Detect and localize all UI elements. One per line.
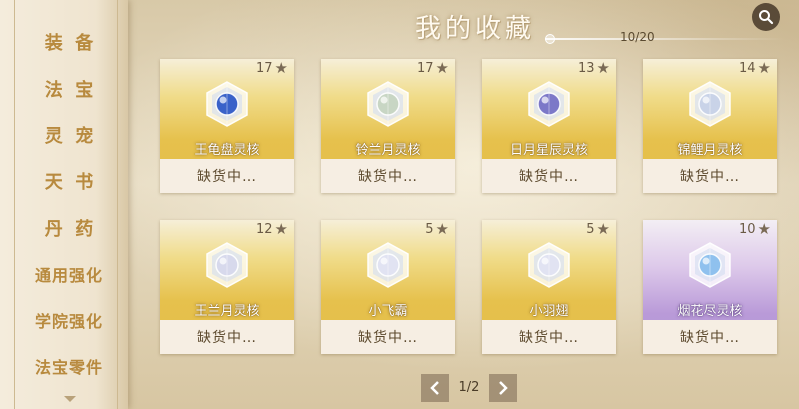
- prev-page-button[interactable]: [421, 374, 449, 402]
- sidebar-item-label: 通用强化: [34, 266, 103, 285]
- chevron-down-icon[interactable]: [64, 396, 76, 402]
- collection-card[interactable]: 17 ★ 王龟盘灵核 缺货中…: [160, 59, 294, 193]
- stock-status: 缺货中…: [321, 159, 455, 193]
- crystal-core-icon: [689, 242, 731, 288]
- collection-card[interactable]: 12 ★ 王兰月灵核 缺货中…: [160, 220, 294, 354]
- star-rating: 5 ★: [425, 220, 449, 238]
- sidebar-item-treasure-parts[interactable]: 法宝零件: [24, 348, 114, 384]
- item-name: 小飞霸: [368, 304, 408, 319]
- star-icon: ★: [435, 59, 449, 77]
- sidebar-item-label: 学院强化: [34, 312, 103, 331]
- star-rating: 14 ★: [739, 59, 771, 77]
- stock-status: 缺货中…: [160, 320, 294, 354]
- collection-card[interactable]: 17 ★ 铃兰月灵核 缺货中…: [321, 59, 455, 193]
- star-icon: ★: [757, 59, 771, 77]
- collection-card[interactable]: 14 ★ 锦鲤月灵核 缺货中…: [643, 59, 777, 193]
- sidebar-item-label: 灵 宠: [44, 126, 94, 147]
- collection-card[interactable]: 10 ★ 烟花尽灵核 缺货中…: [643, 220, 777, 354]
- chevron-left-icon: [430, 381, 439, 395]
- chevron-right-icon: [499, 381, 508, 395]
- sidebar-item-label: 装 备: [44, 33, 94, 54]
- crystal-core-icon: [689, 81, 731, 127]
- next-page-button[interactable]: [489, 374, 517, 402]
- sidebar-item-pet[interactable]: 灵 宠: [24, 117, 114, 153]
- star-rating: 17 ★: [256, 59, 288, 77]
- crystal-core-icon: [206, 242, 248, 288]
- star-count: 5: [586, 221, 595, 237]
- crystal-core-icon: [528, 242, 570, 288]
- sidebar-item-equipment[interactable]: 装 备: [24, 24, 114, 60]
- crystal-core-icon: [206, 81, 248, 127]
- star-icon: ★: [435, 220, 449, 238]
- star-icon: ★: [757, 220, 771, 238]
- star-rating: 5 ★: [586, 220, 610, 238]
- crystal-core-icon: [528, 81, 570, 127]
- star-icon: ★: [596, 220, 610, 238]
- star-count: 10: [739, 221, 756, 237]
- crystal-core-icon: [367, 81, 409, 127]
- collection-card[interactable]: 5 ★ 小羽翅 缺货中…: [482, 220, 616, 354]
- sidebar-item-label: 法宝零件: [34, 358, 103, 377]
- sidebar-item-label: 法 宝: [44, 80, 94, 101]
- search-button[interactable]: [752, 3, 780, 31]
- sidebar-item-label: 丹 药: [44, 219, 94, 240]
- star-count: 13: [578, 60, 595, 76]
- item-name: 王龟盘灵核: [194, 143, 260, 158]
- item-name: 日月星辰灵核: [509, 143, 588, 158]
- item-name: 烟花尽灵核: [677, 304, 743, 319]
- item-name: 小羽翅: [529, 304, 569, 319]
- sidebar-item-treasure[interactable]: 法 宝: [24, 71, 114, 107]
- crystal-core-icon: [367, 242, 409, 288]
- collection-card[interactable]: 5 ★ 小飞霸 缺货中…: [321, 220, 455, 354]
- star-icon: ★: [596, 59, 610, 77]
- star-rating: 13 ★: [578, 59, 610, 77]
- star-rating: 17 ★: [417, 59, 449, 77]
- collection-card[interactable]: 13 ★ 日月星辰灵核 缺货中…: [482, 59, 616, 193]
- star-count: 17: [417, 60, 434, 76]
- stock-status: 缺货中…: [482, 159, 616, 193]
- stock-status: 缺货中…: [643, 159, 777, 193]
- item-name: 锦鲤月灵核: [677, 143, 743, 158]
- stock-status: 缺货中…: [643, 320, 777, 354]
- stock-status: 缺货中…: [321, 320, 455, 354]
- item-name: 铃兰月灵核: [355, 143, 421, 158]
- star-rating: 12 ★: [256, 220, 288, 238]
- sidebar-item-general-enhance[interactable]: 通用强化: [24, 256, 114, 292]
- star-count: 5: [425, 221, 434, 237]
- sidebar-item-potion[interactable]: 丹 药: [24, 210, 114, 246]
- collection-count: 10/20: [620, 30, 655, 44]
- star-count: 14: [739, 60, 756, 76]
- item-name: 王兰月灵核: [194, 304, 260, 319]
- category-sidebar: 装 备 法 宝 灵 宠 天 书 丹 药 通用强化 学院强化 法宝零件: [0, 0, 128, 409]
- stock-status: 缺货中…: [482, 320, 616, 354]
- sidebar-item-label: 天 书: [44, 172, 94, 193]
- sidebar-item-book[interactable]: 天 书: [24, 163, 114, 199]
- sidebar-item-academy-enhance[interactable]: 学院强化: [24, 302, 114, 338]
- star-rating: 10 ★: [739, 220, 771, 238]
- star-count: 12: [256, 221, 273, 237]
- page-indicator: 1/2: [458, 380, 480, 395]
- search-icon: [759, 10, 774, 25]
- star-icon: ★: [274, 220, 288, 238]
- star-icon: ★: [274, 59, 288, 77]
- star-count: 17: [256, 60, 273, 76]
- title-divider: [545, 38, 785, 40]
- page-title: 我的收藏: [414, 14, 535, 44]
- stock-status: 缺货中…: [160, 159, 294, 193]
